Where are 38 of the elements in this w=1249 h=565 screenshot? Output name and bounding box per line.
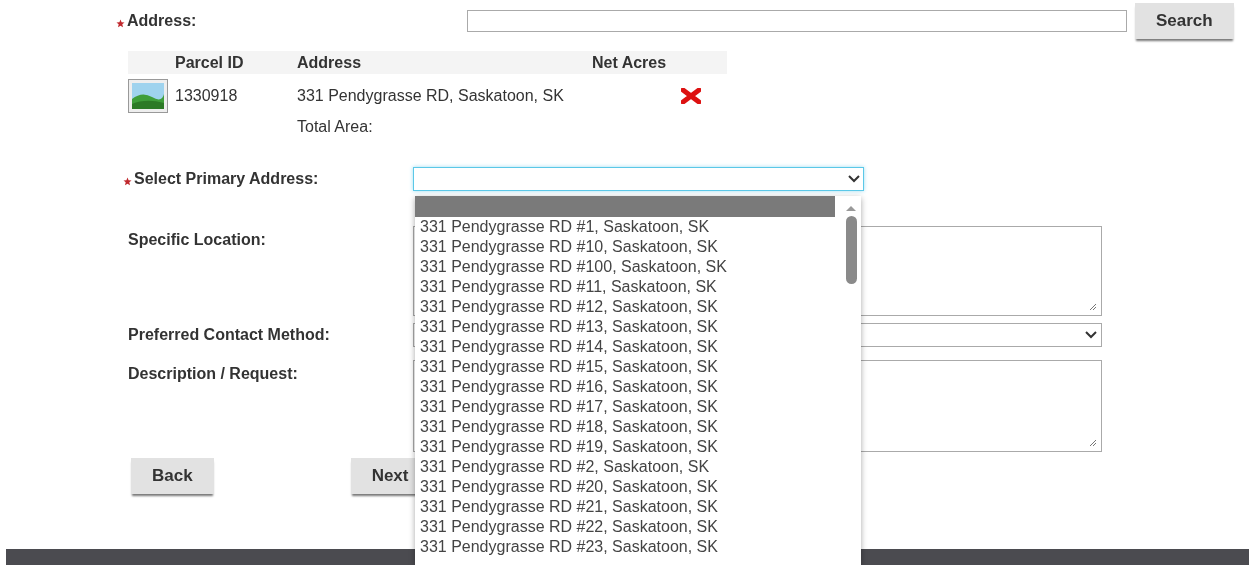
field-label: Select Primary Address: <box>134 170 319 188</box>
dropdown-option[interactable]: 331 Pendygrasse RD #12, Saskatoon, SK <box>415 297 835 317</box>
dropdown-option[interactable]: 331 Pendygrasse RD #21, Saskatoon, SK <box>415 497 835 517</box>
column-header: Net Acres <box>592 53 667 72</box>
field-label: Description / Request: <box>128 364 299 384</box>
dropdown-option[interactable]: 331 Pendygrasse RD #15, Saskatoon, SK <box>415 357 835 377</box>
chevron-down-icon <box>848 175 860 183</box>
dropdown-option[interactable]: 331 Pendygrasse RD #18, Saskatoon, SK <box>415 417 835 437</box>
delete-icon[interactable] <box>681 88 701 104</box>
back-button[interactable]: Back <box>131 458 214 494</box>
dropdown-option[interactable]: 331 Pendygrasse RD #17, Saskatoon, SK <box>415 397 835 417</box>
resize-handle-icon[interactable] <box>1089 439 1097 447</box>
dropdown-option[interactable]: 331 Pendygrasse RD #22, Saskatoon, SK <box>415 517 835 537</box>
dropdown-option[interactable]: 331 Pendygrasse RD #100, Saskatoon, SK <box>415 257 835 277</box>
dropdown-option[interactable]: 331 Pendygrasse RD #16, Saskatoon, SK <box>415 377 835 397</box>
field-label: Preferred Contact Method: <box>128 326 331 344</box>
dropdown-option[interactable]: 331 Pendygrasse RD #10, Saskatoon, SK <box>415 237 835 257</box>
dropdown-option[interactable]: 331 Pendygrasse RD #14, Saskatoon, SK <box>415 337 835 357</box>
field-label: Address: <box>127 12 197 30</box>
table-cell-text: 331 Pendygrasse RD, Saskatoon, SK <box>297 87 565 105</box>
scroll-up-icon[interactable] <box>845 204 857 212</box>
primary-address-select[interactable] <box>413 167 864 191</box>
field-label: Specific Location: <box>128 230 267 250</box>
total-area-label: Total Area: <box>297 118 373 136</box>
dropdown-option[interactable]: 331 Pendygrasse RD #23, Saskatoon, SK <box>415 537 835 557</box>
search-button[interactable]: Search <box>1135 3 1234 39</box>
dropdown-option[interactable]: 331 Pendygrasse RD #13, Saskatoon, SK <box>415 317 835 337</box>
dropdown-option[interactable]: 331 Pendygrasse RD #1, Saskatoon, SK <box>415 217 835 237</box>
scrollbar-thumb[interactable] <box>845 216 857 284</box>
table-cell-text: 1330918 <box>175 87 239 105</box>
image-icon[interactable] <box>128 79 168 113</box>
dropdown-option[interactable]: 331 Pendygrasse RD #19, Saskatoon, SK <box>415 437 835 457</box>
resize-handle-icon[interactable] <box>1089 303 1097 311</box>
address-input[interactable] <box>467 10 1127 32</box>
column-header: Parcel ID <box>175 53 245 72</box>
column-header: Address <box>297 53 363 72</box>
dropdown-option[interactable]: 331 Pendygrasse RD #11, Saskatoon, SK <box>415 277 835 297</box>
chevron-down-icon <box>1085 331 1097 339</box>
